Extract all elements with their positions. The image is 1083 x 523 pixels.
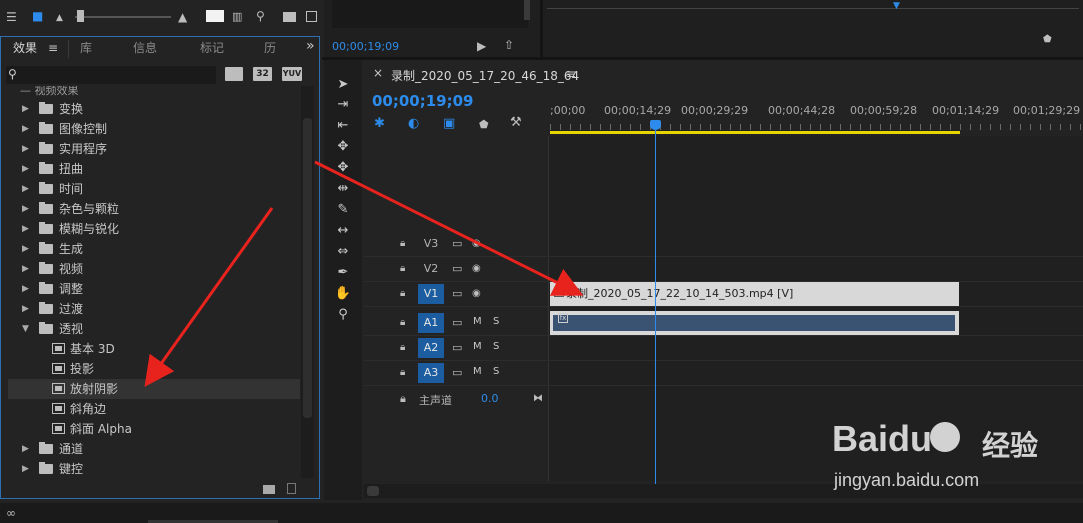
annotation-arrow-to-effect	[144, 207, 274, 387]
watermark-url: jingyan.baidu.com	[834, 470, 980, 490]
watermark: Baidu 经验 jingyan.baidu.com	[832, 418, 1072, 498]
watermark-cn: 经验	[982, 429, 1039, 462]
watermark-paw-icon	[930, 422, 960, 452]
annotation-arrow-to-clip	[314, 160, 584, 296]
watermark-brand: Baidu	[832, 418, 933, 459]
